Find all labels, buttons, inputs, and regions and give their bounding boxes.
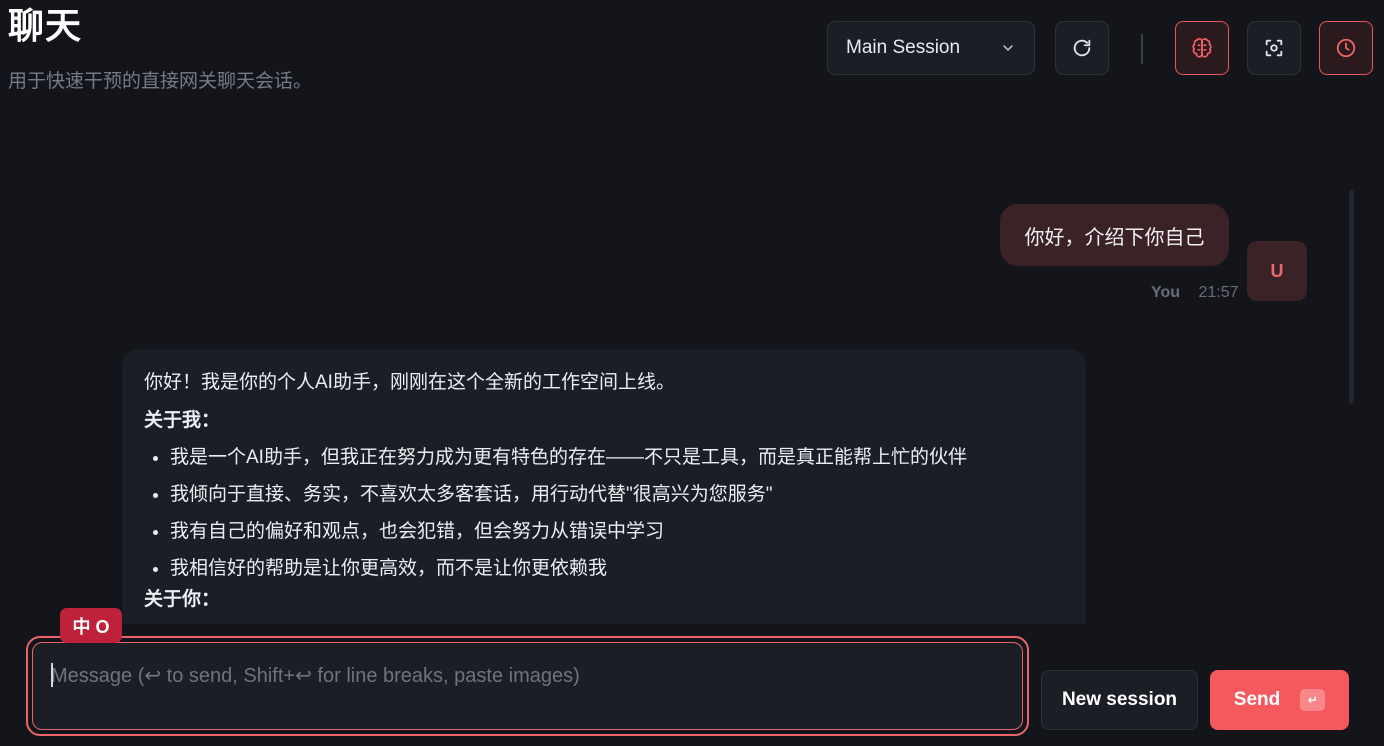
- user-avatar: U: [1247, 241, 1307, 301]
- assistant-bullet-list: 我是一个AI助手，但我正在努力成为更有特色的存在——不只是工具，而是真正能帮上忙…: [144, 444, 1064, 583]
- message-input[interactable]: [33, 643, 1022, 729]
- message-composer-inner: [32, 642, 1023, 730]
- message-composer: [26, 636, 1029, 736]
- refresh-button[interactable]: [1055, 21, 1109, 75]
- assistant-message-bubble: 你好！我是你的个人AI助手，刚刚在这个全新的工作空间上线。 关于我： 我是一个A…: [122, 349, 1086, 624]
- user-message-text: 你好，介绍下你自己: [1024, 226, 1205, 249]
- focus-mode-button[interactable]: [1247, 21, 1301, 75]
- session-select[interactable]: Main Session: [827, 21, 1035, 75]
- thinking-toggle-button[interactable]: [1175, 21, 1229, 75]
- clock-icon: [1336, 38, 1356, 58]
- refresh-icon: [1073, 39, 1091, 57]
- focus-icon: [1265, 39, 1283, 57]
- toolbar-divider: [1141, 34, 1143, 64]
- user-message-meta: You 21:57: [1151, 284, 1239, 302]
- chevron-down-icon: [1003, 45, 1013, 51]
- brain-icon: [1192, 38, 1212, 58]
- history-button[interactable]: [1319, 21, 1373, 75]
- user-message-sender: You: [1151, 284, 1181, 301]
- list-item: 我相信好的帮助是让你更高效，而不是让你更依赖我: [170, 555, 1064, 583]
- send-button[interactable]: Send ↵: [1210, 670, 1349, 730]
- page-subtitle: 用于快速干预的直接网关聊天会话。: [8, 71, 313, 92]
- assistant-section-heading: 关于我：: [144, 409, 221, 431]
- enter-key-icon: ↵: [1300, 689, 1326, 711]
- assistant-section-heading: 关于你：: [144, 589, 221, 611]
- list-item: 我倾向于直接、务实，不喜欢太多客套话，用行动代替"很高兴为您服务": [170, 481, 1064, 509]
- text-caret: [51, 663, 53, 687]
- new-session-button[interactable]: New session: [1041, 670, 1198, 730]
- send-button-label: Send: [1233, 689, 1281, 710]
- list-item: 我是一个AI助手，但我正在努力成为更有特色的存在——不只是工具，而是真正能帮上忙…: [170, 444, 1064, 472]
- assistant-intro-text: 你好！我是你的个人AI助手，刚刚在这个全新的工作空间上线。: [144, 372, 675, 393]
- user-message-bubble: 你好，介绍下你自己: [1000, 204, 1229, 266]
- session-select-value: Main Session: [846, 37, 961, 58]
- chat-scrollbar[interactable]: [1349, 190, 1354, 404]
- ime-indicator-badge: 中 O: [60, 608, 122, 643]
- user-message-time: 21:57: [1198, 284, 1239, 301]
- page-title: 聊天: [8, 5, 83, 46]
- list-item: 我有自己的偏好和观点，也会犯错，但会努力从错误中学习: [170, 518, 1064, 546]
